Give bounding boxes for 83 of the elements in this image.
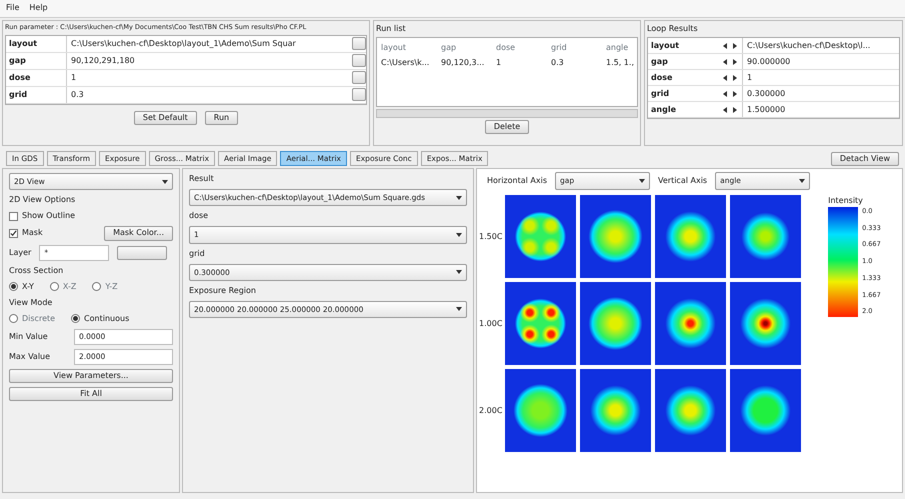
checkbox-label: Show Outline — [22, 210, 76, 222]
dropdown-arrow-icon[interactable] — [456, 232, 462, 238]
param-name: layout — [650, 40, 680, 52]
table-cell-text: 1.5, 1., — [606, 57, 635, 69]
field-label: Layer — [9, 246, 32, 259]
radio-label: Discrete — [22, 312, 56, 325]
ellipsis-button[interactable] — [352, 88, 366, 102]
right-arrow-icon[interactable] — [732, 106, 738, 112]
field-label: Max Value — [9, 350, 52, 363]
param-name: grid — [8, 88, 28, 101]
radio-label: Continuous — [84, 312, 130, 325]
param-name: dose — [8, 72, 32, 84]
radio-label: Y-Z — [105, 280, 118, 293]
radio-label: X-Z — [62, 280, 76, 293]
radio-button[interactable] — [92, 282, 102, 292]
action-button[interactable]: Set Default — [134, 110, 197, 126]
field-label: Result — [189, 173, 215, 185]
section-title: Cross Section — [9, 264, 64, 277]
ellipsis-button[interactable] — [352, 37, 366, 50]
panel-title: Loop Results — [647, 23, 699, 35]
right-arrow-icon[interactable] — [732, 42, 738, 48]
param-name: dose — [650, 72, 674, 84]
table-cell-text: 0.3 — [551, 57, 565, 69]
param-name: angle — [650, 104, 677, 116]
radio-button[interactable] — [9, 282, 18, 292]
field-label: Exposure Region — [189, 284, 257, 297]
dropdown-arrow-icon[interactable] — [456, 269, 462, 276]
legend-title: Intensity — [828, 195, 864, 207]
left-arrow-icon[interactable] — [722, 42, 728, 48]
left-arrow-icon[interactable] — [722, 58, 728, 64]
axis-tick-label: 2.00C — [479, 404, 501, 416]
menu-item[interactable]: File — [6, 2, 20, 15]
action-button[interactable]: Run — [204, 110, 238, 126]
axis-label: Vertical Axis — [658, 175, 708, 187]
param-name: layout — [8, 38, 38, 50]
radio-label: X-Y — [22, 280, 34, 293]
column-header: grid — [551, 42, 568, 54]
field-label: grid — [189, 248, 206, 260]
param-name: gap — [8, 54, 27, 67]
column-header: layout — [381, 42, 407, 54]
column-header: dose — [496, 42, 516, 54]
right-arrow-icon[interactable] — [732, 74, 738, 80]
column-header: gap — [441, 42, 458, 54]
column-header: angle — [606, 42, 630, 54]
detach-view-button[interactable]: Detach View — [830, 152, 899, 166]
dropdown-arrow-icon[interactable] — [162, 178, 168, 185]
left-arrow-icon[interactable] — [722, 90, 728, 96]
left-arrow-icon[interactable] — [722, 74, 728, 80]
axis-tick-label: 1.50C — [479, 230, 501, 242]
radio-button[interactable] — [71, 314, 80, 324]
section-title: View Mode — [9, 296, 54, 309]
ellipsis-button[interactable] — [352, 71, 366, 84]
table-cell-text: C:\Users\k... — [381, 57, 430, 69]
right-arrow-icon[interactable] — [732, 58, 738, 64]
panel-button[interactable]: View Parameters... — [9, 368, 173, 384]
checkbox-label: Mask — [22, 227, 43, 240]
axis-label: Horizontal Axis — [487, 175, 547, 187]
right-arrow-icon[interactable] — [732, 90, 738, 96]
dropdown-arrow-icon[interactable] — [799, 178, 806, 184]
checkbox[interactable] — [9, 228, 18, 238]
field-label: Min Value — [9, 330, 49, 343]
param-name: gap — [650, 56, 669, 68]
panel-button[interactable]: Fit All — [9, 387, 173, 402]
table-cell-text: 90,120,3... — [441, 57, 486, 69]
section-title: 2D View Options — [9, 194, 76, 206]
ellipsis-button[interactable] — [352, 54, 366, 68]
radio-button[interactable] — [50, 282, 59, 292]
menu-item[interactable]: Help — [29, 2, 48, 15]
radio-button[interactable] — [9, 314, 18, 324]
dropdown-arrow-icon[interactable] — [456, 194, 462, 201]
dropdown-arrow-icon[interactable] — [456, 306, 462, 312]
panel-title: Run list — [376, 23, 407, 35]
field-label: dose — [189, 210, 210, 222]
dropdown-arrow-icon[interactable] — [639, 178, 645, 184]
blank-button[interactable] — [117, 246, 168, 260]
mask-color-button[interactable]: Mask Color... — [104, 226, 173, 241]
table-cell-text: 1 — [496, 57, 502, 69]
delete-button[interactable]: Delete — [484, 120, 530, 134]
left-arrow-icon[interactable] — [722, 106, 728, 112]
scrollbar[interactable] — [376, 109, 638, 118]
param-name: grid — [650, 88, 670, 100]
axis-tick-label: 1.00C — [479, 318, 501, 330]
checkbox[interactable] — [9, 212, 18, 221]
